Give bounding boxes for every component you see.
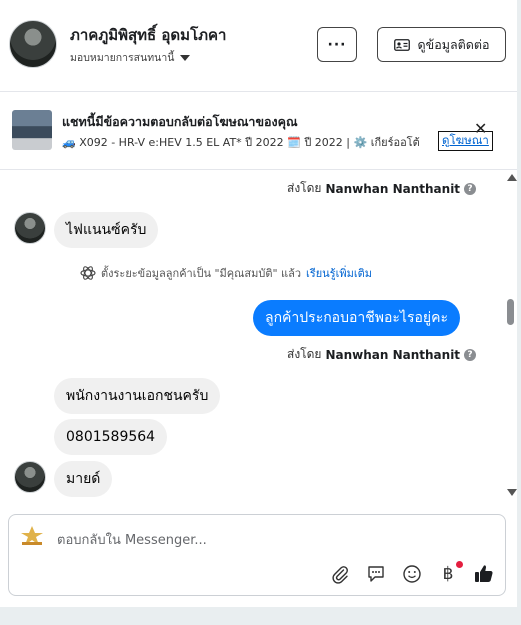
ad-banner-subtitle: 🚙 X092 - HR-V e:HEV 1.5 EL AT* ปี 2022 🗓… — [62, 136, 420, 149]
baht-icon[interactable]: ฿ — [437, 561, 463, 585]
view-contact-label: ดูข้อมูลติดต่อ — [417, 36, 490, 52]
assign-label: มอบหมายการสนทนานี้ — [70, 52, 175, 64]
info-icon[interactable]: ? — [464, 348, 477, 361]
chat-bubble-icon[interactable] — [365, 563, 387, 585]
message-scrollbar[interactable] — [505, 171, 517, 501]
view-contact-button[interactable]: ดูข้อมูลติดต่อ — [377, 27, 506, 62]
ad-banner-title: แชทนี้มีข้อความตอบกลับต่อโฆษณาของคุณ — [62, 114, 298, 129]
emoji-icon[interactable] — [401, 563, 423, 585]
contact-name[interactable]: ภาคภูมิพิสุทธิ์ อุดมโภคา — [70, 23, 226, 47]
avatar[interactable] — [9, 20, 57, 68]
ad-reply-banner: แชทนี้มีข้อความตอบกลับต่อโฆษณาของคุณ 🚙 X… — [0, 92, 517, 170]
message-bubble-incoming: 0801589564 — [54, 419, 168, 455]
avatar[interactable] — [14, 461, 46, 493]
contact-card-icon — [393, 38, 410, 51]
more-options-button[interactable]: ··· — [317, 27, 357, 62]
scroll-down-arrow-icon[interactable] — [507, 489, 517, 496]
sent-by-prefix: ส่งโดย — [287, 347, 322, 361]
page-logo — [21, 526, 43, 545]
scroll-up-arrow-icon[interactable] — [507, 174, 517, 181]
agent-name: Nanwhan Nanthanit — [325, 181, 461, 196]
message-list: ส่งโดย Nanwhan Nanthanit ? ไฟแนนซ์ครับ ต… — [0, 171, 517, 501]
info-icon[interactable]: ? — [464, 182, 477, 195]
composer-toolbar: ฿ — [329, 561, 495, 585]
sent-by-prefix: ส่งโดย — [287, 181, 322, 195]
assign-conversation-dropdown[interactable]: มอบหมายการสนทนานี้ — [70, 49, 191, 66]
message-bubble-outgoing: ลูกค้าประกอบอาชีพอะไรอยู่คะ — [253, 300, 460, 336]
ad-thumbnail — [12, 110, 52, 150]
caret-down-icon — [180, 54, 191, 61]
system-message: ตั้งระยะข้อมูลลูกค้าเป็น "มีคุณสมบัติ" แ… — [80, 264, 372, 282]
notification-dot — [456, 561, 463, 568]
close-icon[interactable]: ✕ — [474, 119, 487, 138]
message-bubble-incoming: ไฟแนนซ์ครับ — [54, 212, 159, 248]
conversation-header: ภาคภูมิพิสุทธิ์ อุดมโภคา มอบหมายการสนทนา… — [0, 0, 517, 92]
learn-more-link[interactable]: เรียนรู้เพิ่มเติม — [306, 264, 372, 282]
conversation-panel: ภาคภูมิพิสุทธิ์ อุดมโภคา มอบหมายการสนทนา… — [0, 0, 517, 607]
system-message-text: ตั้งระยะข้อมูลลูกค้าเป็น "มีคุณสมบัติ" แ… — [101, 267, 302, 280]
scrollbar-thumb[interactable] — [507, 299, 514, 325]
message-bubble-incoming: มายด์ — [54, 461, 113, 497]
atom-icon — [80, 266, 96, 280]
reply-input[interactable]: ตอบกลับใน Messenger... — [57, 529, 207, 550]
sent-by-label: ส่งโดย Nanwhan Nanthanit ? — [287, 179, 477, 198]
agent-name: Nanwhan Nanthanit — [325, 347, 461, 362]
message-bubble-incoming: พนักงานงานเอกชนครับ — [54, 378, 221, 414]
attach-icon[interactable] — [329, 563, 351, 585]
reply-composer[interactable]: ตอบกลับใน Messenger... ฿ — [8, 514, 506, 596]
sent-by-label: ส่งโดย Nanwhan Nanthanit ? — [287, 345, 477, 364]
avatar[interactable] — [14, 212, 46, 244]
thumbs-up-icon[interactable] — [473, 563, 495, 585]
